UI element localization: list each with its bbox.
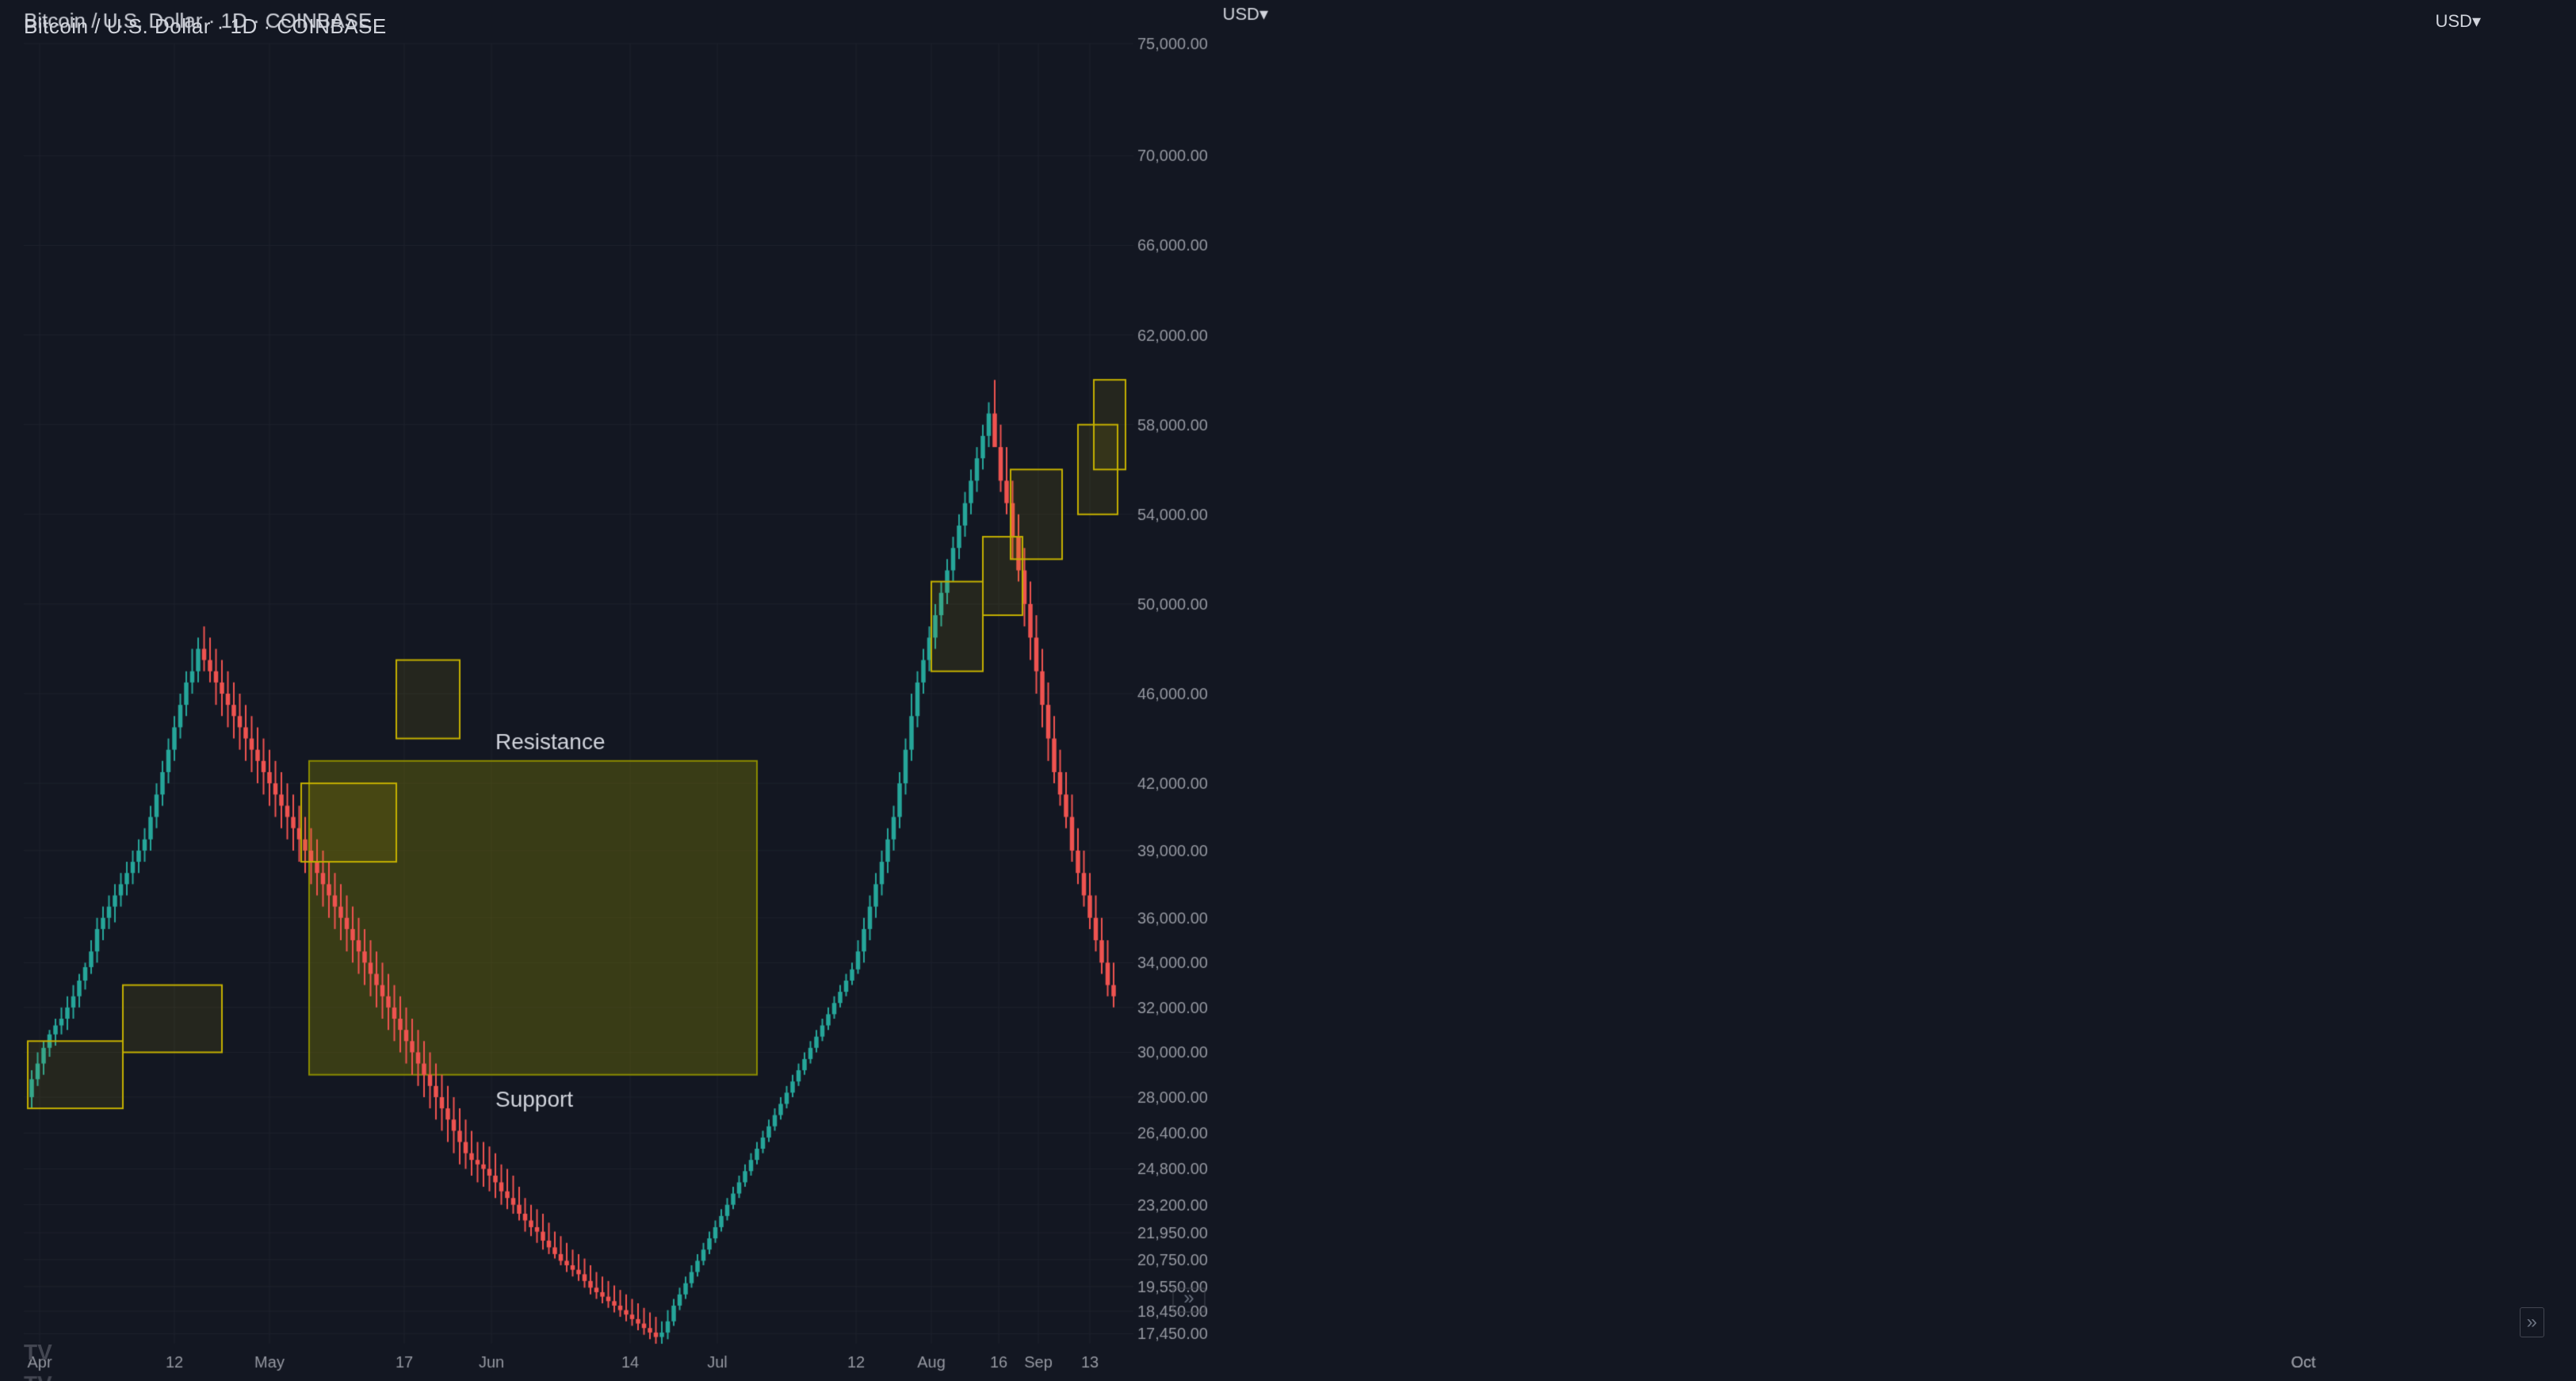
chart-title: Bitcoin / U.S. Dollar · 1D · COINBASE: [24, 14, 387, 39]
tradingview-logo: TV: [24, 1340, 52, 1365]
expand-icon[interactable]: »: [2520, 1307, 2544, 1337]
currency-label[interactable]: USD▾: [2436, 11, 2482, 32]
